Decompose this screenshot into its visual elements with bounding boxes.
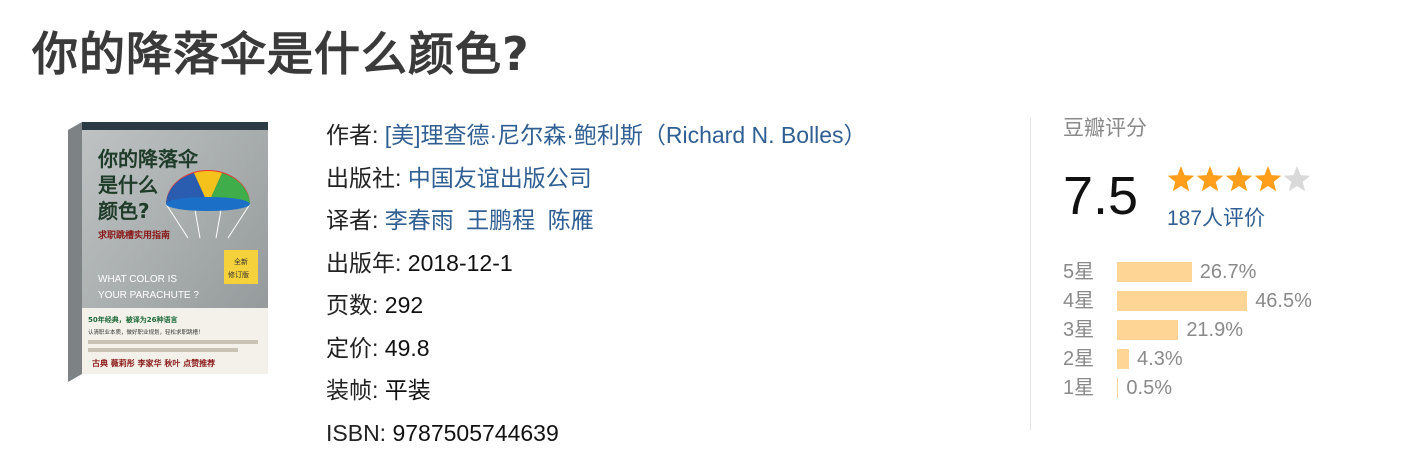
translator-link[interactable]: 李春雨 [385,207,454,233]
translator-row: 译者: 李春雨 王鹏程 陈雁 [326,199,867,242]
pages-row: 页数: 292 [326,284,867,327]
rating-bar-row: 2星 4.3% [1063,345,1383,374]
translator-link[interactable]: 陈雁 [548,207,594,233]
isbn-row: ISBN: 9787505744639 [326,412,867,455]
cover-title-line2: 是什么 [97,173,158,197]
price-value: 49.8 [384,334,430,361]
rating-stars [1167,164,1317,196]
rating-bar-percent: 21.9% [1186,319,1244,341]
rating-bar-label: 4星 [1063,290,1095,312]
rating-bar [1117,320,1179,340]
isbn-label: ISBN: [326,419,387,446]
star-filled-icon [1254,166,1282,192]
rating-bar-label: 2星 [1063,348,1095,370]
rating-bar-row: 4星 46.5% [1063,287,1383,316]
star-filled-icon [1225,166,1253,192]
rating-bar [1117,349,1130,369]
cover-english-line1: WHAT COLOR IS [98,274,177,285]
rating-bar [1117,262,1192,282]
publisher-row: 出版社: 中国友谊出版公司 [326,157,867,200]
rating-bar-percent: 26.7% [1199,261,1257,283]
translator-label: 译者: [326,207,379,233]
section-divider [1030,118,1031,430]
author-label: 作者: [326,122,379,148]
binding-row: 装帧: 平装 [326,369,867,412]
pages-value: 292 [384,292,424,318]
binding-label: 装帧: [326,377,379,403]
publisher-label: 出版社: [326,164,402,191]
cover-subtitle: 求职跳槽实用指南 [98,229,170,241]
isbn-value: 9787505744639 [392,419,559,446]
rating-panel: 豆瓣评分 7.5 187人评价 5星 26.7% 4星 46.5% 3星 21.9% 2星 4… [1063,112,1393,399]
cover-blurb-line2: 认清职业本质，做好职业规划，轻松求职跳槽！ [88,328,204,336]
rating-label: 豆瓣评分 [1063,117,1147,140]
pages-label: 页数: [326,292,379,318]
pubyear-value: 2018-12-1 [407,249,513,276]
cover-badge-line2: 修订版 [228,270,249,279]
book-title: 你的降落伞是什么颜色? [32,27,530,81]
cover-title-line3: 颜色? [98,199,150,223]
star-filled-icon [1167,166,1195,192]
author-row: 作者: [美]理查德·尼尔森·鲍利斯（Richard N. Bolles） [326,114,867,157]
pubyear-label: 出版年: [326,249,402,276]
rating-bar-label: 3星 [1063,319,1095,341]
star-filled-icon [1196,166,1224,192]
publisher-link[interactable]: 中国友谊出版公司 [408,165,592,191]
price-row: 定价: 49.8 [326,327,867,370]
rating-count-link[interactable]: 187人评价 [1167,202,1265,232]
rating-bar-label: 1星 [1063,377,1095,399]
book-info-panel: 作者: [美]理查德·尼尔森·鲍利斯（Richard N. Bolles） 出版… [326,114,867,454]
rating-bar-label: 5星 [1063,261,1095,283]
rating-score: 7.5 [1063,166,1139,226]
binding-value: 平装 [384,377,431,403]
rating-distribution: 5星 26.7% 4星 46.5% 3星 21.9% 2星 4.3% 1星 0.5% [1063,258,1383,403]
rating-bar-percent: 4.3% [1137,348,1183,370]
cover-badge-line1: 全新 [234,257,248,266]
cover-blurb-line1: 50年经典，被译为26种语言 [88,315,177,324]
rating-bar [1117,378,1119,398]
rating-bar-row: 5星 26.7% [1063,258,1383,287]
rating-bar-row: 1星 0.5% [1063,374,1383,403]
price-label: 定价: [326,334,379,361]
rating-bar-percent: 46.5% [1255,290,1312,312]
rating-bar-percent: 0.5% [1126,377,1172,399]
rating-bar-row: 3星 21.9% [1063,316,1383,345]
cover-english-line2: YOUR PARACHUTE ? [98,290,199,301]
cover-title-line1: 你的降落伞 [97,147,199,171]
rating-bar [1117,291,1248,311]
translator-link[interactable]: 王鹏程 [466,207,535,233]
pubyear-row: 出版年: 2018-12-1 [326,242,867,285]
author-link[interactable]: [美]理查德·尼尔森·鲍利斯（Richard N. Bolles） [385,122,867,148]
cover-recommenders: 古典 薇莉彤 李家华 秋叶 点赞推荐 [92,358,215,368]
star-empty-icon [1283,166,1311,192]
book-cover-image[interactable]: 你的降落伞 是什么 颜色? 求职跳槽实用指南 WHAT COLOR IS YOU… [68,122,268,384]
